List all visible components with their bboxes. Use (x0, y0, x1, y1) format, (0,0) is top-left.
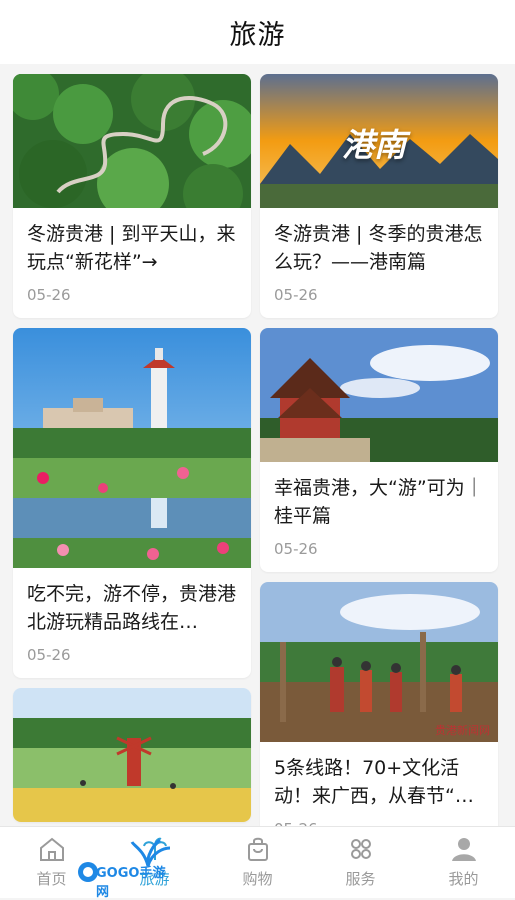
article-date: 05-26 (274, 540, 318, 558)
article-date: 05-26 (27, 286, 71, 304)
page-title: 旅游 (229, 19, 286, 51)
thumbnail-watermark: 贵港新闻网 (435, 724, 490, 737)
user-icon (451, 838, 476, 861)
tab-shopping[interactable]: 购物 (218, 836, 298, 889)
gogo-watermark-logo: GOGO手游网 (74, 836, 178, 900)
article-thumbnail (13, 74, 251, 208)
article-card[interactable]: 冬游贵港 | 到平天山，来玩点“新花样”→ 05-26 (13, 74, 251, 318)
tab-mine[interactable]: 我的 (424, 836, 504, 889)
tab-label: 服务 (345, 870, 376, 888)
article-card[interactable]: 港南 冬游贵港 | 冬季的贵港怎么玩？——港南篇 05-26 (260, 74, 498, 318)
article-thumbnail (13, 688, 251, 822)
tab-service[interactable]: 服务 (321, 836, 401, 889)
article-date: 05-26 (27, 646, 71, 664)
article-date: 05-26 (274, 286, 318, 304)
article-thumbnail (260, 328, 498, 462)
article-feed[interactable]: 冬游贵港 | 到平天山，来玩点“新花样”→ 05-26 吃不完，游不停，贵港港北… (0, 64, 515, 826)
tab-label: 首页 (36, 870, 67, 888)
article-date: 05-26 (260, 810, 498, 826)
service-grid-icon (350, 839, 371, 859)
article-card[interactable]: 贵港新闻网 5条线路！70+文化活动！来广西，从春节“… 05-26 (260, 582, 498, 826)
home-icon (39, 837, 64, 861)
shopping-bag-icon (247, 837, 268, 861)
article-title: 吃不完，游不停，贵港港北游玩精品路线在… (27, 583, 237, 633)
article-title: 幸福贵港，大“游”可为｜桂平篇 (274, 477, 484, 527)
article-card[interactable] (13, 688, 251, 822)
tab-label: 购物 (242, 870, 273, 888)
logo-text: GOGO手游网 (96, 866, 166, 900)
article-card[interactable]: 幸福贵港，大“游”可为｜桂平篇 05-26 (260, 328, 498, 572)
tab-label: 我的 (448, 870, 479, 888)
top-header: 旅游 (0, 0, 515, 64)
article-title: 冬游贵港 | 冬季的贵港怎么玩？——港南篇 (274, 223, 483, 273)
feed-column-right: 港南 冬游贵港 | 冬季的贵港怎么玩？——港南篇 05-26 幸福贵港，大“游”… (260, 74, 498, 826)
feed-column-left: 冬游贵港 | 到平天山，来玩点“新花样”→ 05-26 吃不完，游不停，贵港港北… (13, 74, 251, 826)
article-card[interactable]: 吃不完，游不停，贵港港北游玩精品路线在… 05-26 (13, 328, 251, 678)
article-title: 冬游贵港 | 到平天山，来玩点“新花样”→ (27, 223, 236, 273)
article-thumbnail (13, 328, 251, 568)
article-thumbnail: 贵港新闻网 (260, 582, 498, 742)
thumbnail-overlay-text: 港南 (342, 126, 407, 164)
article-title: 5条线路！70+文化活动！来广西，从春节“… (274, 757, 474, 807)
article-thumbnail: 港南 (260, 74, 498, 208)
